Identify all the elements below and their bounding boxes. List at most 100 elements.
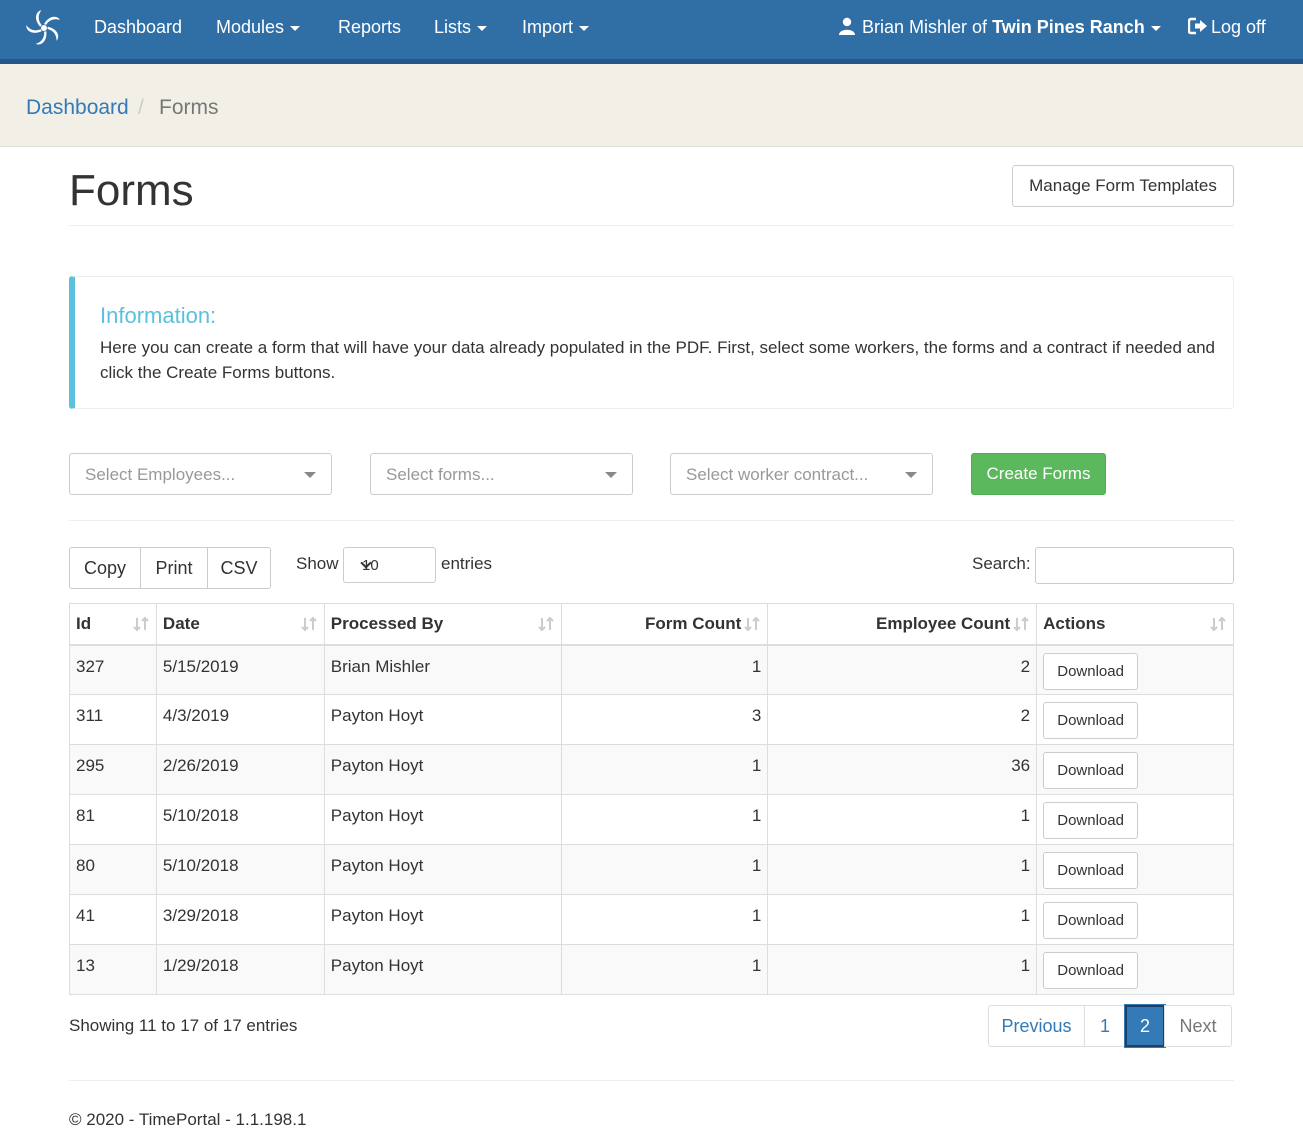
caret-down-icon xyxy=(1150,25,1161,31)
cell-id: 81 xyxy=(69,794,157,845)
select-employees-placeholder: Select Employees... xyxy=(85,465,236,484)
breadcrumb-dashboard-link[interactable]: Dashboard xyxy=(26,96,129,120)
information-title: Information: xyxy=(100,303,217,328)
cell-id: 80 xyxy=(69,844,157,895)
cell-processed-by: Payton Hoyt xyxy=(323,694,562,745)
cell-actions: Download xyxy=(1036,694,1234,745)
nav-import-dropdown[interactable]: Import xyxy=(522,17,590,38)
table-row: 81 5/10/2018 Payton Hoyt 1 1 Download xyxy=(69,794,1234,845)
manage-form-templates-button[interactable]: Manage Form Templates xyxy=(1012,165,1234,207)
user-of-text: of xyxy=(972,17,988,37)
nav-reports-label: Reports xyxy=(338,17,402,37)
cell-form-count: 1 xyxy=(560,844,769,895)
download-button[interactable]: Download xyxy=(1043,802,1139,839)
download-button[interactable]: Download xyxy=(1043,752,1139,789)
dropdown-arrow-icon xyxy=(605,472,617,478)
entries-per-page-select[interactable]: 10 xyxy=(343,547,436,583)
app-logo-icon[interactable] xyxy=(24,8,64,48)
cell-actions: Download xyxy=(1036,644,1234,695)
export-button-group: Copy Print CSV xyxy=(69,547,271,589)
pagination: Previous 1 2 Next xyxy=(988,1004,1232,1048)
logoff-link[interactable]: Log off xyxy=(1187,17,1266,38)
download-button[interactable]: Download xyxy=(1043,702,1139,739)
csv-button[interactable]: CSV xyxy=(207,547,271,589)
sort-icon xyxy=(744,616,761,632)
nav-modules-label: Modules xyxy=(216,17,285,37)
cell-date: 1/29/2018 xyxy=(155,944,325,995)
copyright-footer: © 2020 - TimePortal - 1.1.198.1 xyxy=(69,1110,307,1129)
cell-processed-by: Payton Hoyt xyxy=(323,944,562,995)
breadcrumb: Dashboard / Forms xyxy=(0,64,1303,147)
footer-divider xyxy=(69,1080,1234,1081)
cell-id: 327 xyxy=(69,644,157,695)
column-header-form-count[interactable]: Form Count xyxy=(560,603,769,646)
print-button[interactable]: Print xyxy=(140,547,208,589)
download-button[interactable]: Download xyxy=(1043,902,1139,939)
user-name: Brian Mishler xyxy=(862,17,968,37)
create-forms-button[interactable]: Create Forms xyxy=(971,453,1106,495)
cell-processed-by: Payton Hoyt xyxy=(323,744,562,795)
select-forms-dropdown[interactable]: Select forms... xyxy=(370,453,633,495)
dropdown-arrow-icon xyxy=(304,472,316,478)
pagination-page-2-active[interactable]: 2 xyxy=(1124,1004,1166,1048)
cell-form-count: 1 xyxy=(560,794,769,845)
sort-icon xyxy=(537,616,554,632)
pagination-page-1[interactable]: 1 xyxy=(1084,1005,1126,1047)
download-button[interactable]: Download xyxy=(1043,852,1139,889)
information-panel: Information: Here you can create a form … xyxy=(69,276,1234,409)
column-header-date[interactable]: Date xyxy=(155,603,325,646)
cell-processed-by: Payton Hoyt xyxy=(323,794,562,845)
cell-date: 3/29/2018 xyxy=(155,894,325,945)
nav-import-label: Import xyxy=(522,17,574,37)
cell-employee-count: 2 xyxy=(767,644,1038,695)
cell-date: 5/15/2019 xyxy=(155,644,325,695)
cell-actions: Download xyxy=(1036,844,1234,895)
forms-table: Id Date Processed By Form Count Employee… xyxy=(69,603,1234,995)
header-divider xyxy=(69,225,1234,226)
download-button[interactable]: Download xyxy=(1043,952,1139,989)
logoff-label: Log off xyxy=(1211,17,1266,37)
cell-processed-by: Brian Mishler xyxy=(323,644,562,695)
pagination-previous[interactable]: Previous xyxy=(988,1005,1085,1047)
nav-dashboard-label: Dashboard xyxy=(94,17,183,37)
download-button[interactable]: Download xyxy=(1043,652,1139,690)
cell-date: 5/10/2018 xyxy=(155,844,325,895)
cell-actions: Download xyxy=(1036,794,1234,845)
cell-form-count: 1 xyxy=(560,944,769,995)
column-header-employee-count[interactable]: Employee Count xyxy=(767,603,1038,646)
search-input[interactable] xyxy=(1035,547,1234,584)
page-title: Forms xyxy=(69,166,194,215)
sort-icon xyxy=(1013,616,1029,632)
column-header-id[interactable]: Id xyxy=(69,603,157,646)
select-worker-contract-dropdown[interactable]: Select worker contract... xyxy=(670,453,933,495)
breadcrumb-separator: / xyxy=(138,96,144,119)
column-header-processed-by[interactable]: Processed By xyxy=(323,603,562,646)
table-header-row: Id Date Processed By Form Count Employee… xyxy=(69,603,1234,646)
filters-divider xyxy=(69,520,1234,521)
dropdown-arrow-icon xyxy=(905,472,917,478)
column-header-label: Form Count xyxy=(645,613,742,633)
information-text: Here you can create a form that will hav… xyxy=(100,338,1216,382)
cell-date: 2/26/2019 xyxy=(155,744,325,795)
column-header-label: Employee Count xyxy=(875,613,1011,633)
nav-reports[interactable]: Reports xyxy=(338,17,401,38)
nav-modules-dropdown[interactable]: Modules xyxy=(216,17,301,38)
top-navbar: Dashboard Modules Reports Lists Import B… xyxy=(0,0,1303,64)
cell-actions: Download xyxy=(1036,894,1234,945)
cell-employee-count: 1 xyxy=(767,844,1038,895)
breadcrumb-current: Forms xyxy=(159,96,219,119)
cell-form-count: 1 xyxy=(560,644,769,695)
pagination-next[interactable]: Next xyxy=(1164,1005,1232,1047)
select-employees-dropdown[interactable]: Select Employees... xyxy=(69,453,332,495)
copy-button[interactable]: Copy xyxy=(69,547,141,589)
cell-employee-count: 36 xyxy=(767,744,1038,795)
user-menu-dropdown[interactable]: Brian Mishler of Twin Pines Ranch xyxy=(838,17,1161,38)
nav-lists-dropdown[interactable]: Lists xyxy=(434,17,488,38)
caret-down-icon xyxy=(579,25,590,31)
column-header-label: Date xyxy=(162,613,200,633)
nav-dashboard[interactable]: Dashboard xyxy=(94,17,182,38)
show-label: Show xyxy=(296,554,339,573)
select-contract-placeholder: Select worker contract... xyxy=(686,465,869,484)
column-header-actions[interactable]: Actions xyxy=(1036,603,1234,646)
sort-icon xyxy=(133,616,149,632)
